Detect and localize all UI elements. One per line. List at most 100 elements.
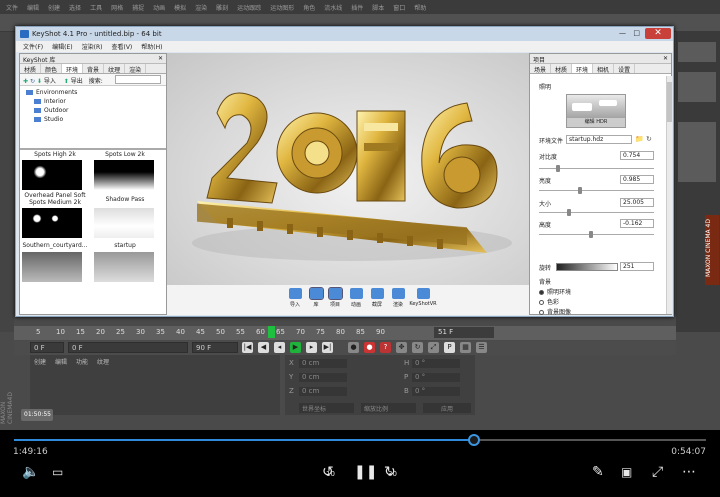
thumb-spots-low[interactable] bbox=[94, 160, 154, 190]
export-label[interactable]: 导出 bbox=[71, 78, 83, 85]
record-icon[interactable]: ● bbox=[348, 342, 359, 353]
coord-z-field[interactable]: 0 cm bbox=[299, 387, 347, 396]
tab-textures[interactable]: 纹理 bbox=[104, 64, 126, 74]
scale-key-icon[interactable]: ⤢ bbox=[428, 342, 439, 353]
project-scrollbar[interactable] bbox=[666, 76, 672, 314]
rotation-gradient[interactable] bbox=[556, 263, 618, 271]
radio-backplate[interactable]: 背景图像 bbox=[539, 307, 571, 316]
thumb-label[interactable]: Overhead Panel Soft Spots Medium 2k bbox=[20, 192, 90, 206]
brightness-slider-knob[interactable] bbox=[577, 187, 582, 194]
scale-mode-dropdown[interactable]: 缩放比例 bbox=[361, 403, 416, 413]
next-frame-button[interactable]: ▸ bbox=[306, 342, 317, 353]
coord-system-dropdown[interactable]: 世界坐标 bbox=[299, 403, 354, 413]
c4d-menu-item[interactable]: 捕捉 bbox=[132, 3, 144, 12]
c4d-menu-item[interactable]: 网格 bbox=[111, 3, 123, 12]
prev-frame-button[interactable]: ◂ bbox=[274, 342, 285, 353]
start-frame-field[interactable]: 0 F bbox=[30, 342, 64, 353]
ribbon-screenshot-button[interactable]: 截屏 bbox=[366, 288, 388, 308]
c4d-menu-item[interactable]: 渲染 bbox=[195, 3, 207, 12]
tree-outdoor[interactable]: Outdoor bbox=[34, 107, 69, 115]
coord-y-field[interactable]: 0 cm bbox=[299, 373, 347, 382]
close-icon[interactable]: ✕ bbox=[645, 28, 671, 39]
mat-menu-edit[interactable]: 编辑 bbox=[55, 357, 67, 366]
contrast-slider-knob[interactable] bbox=[555, 165, 560, 172]
edit-hdr-label[interactable]: 编辑 HDR bbox=[567, 118, 625, 127]
add-folder-icon[interactable]: ✚ bbox=[23, 78, 28, 85]
brightness-field[interactable]: 0.985 bbox=[620, 175, 654, 184]
c4d-menu-item[interactable]: 选择 bbox=[69, 3, 81, 12]
brightness-slider[interactable] bbox=[539, 187, 654, 194]
search-input[interactable] bbox=[115, 75, 161, 84]
export-icon[interactable]: ⬆ bbox=[64, 78, 69, 85]
end-frame-field[interactable]: 90 F bbox=[192, 342, 238, 353]
render-viewport[interactable] bbox=[167, 53, 529, 285]
coord-p-field[interactable]: 0 ° bbox=[412, 373, 460, 382]
refresh-icon[interactable]: ↻ bbox=[30, 78, 35, 85]
scrollbar-thumb[interactable] bbox=[667, 82, 672, 122]
c4d-menu-item[interactable]: 动画 bbox=[153, 3, 165, 12]
c4d-menu-item[interactable]: 插件 bbox=[351, 3, 363, 12]
thumb-label[interactable]: Spots High 2k bbox=[20, 151, 90, 158]
c4d-menu-item[interactable]: 工具 bbox=[90, 3, 102, 12]
tree-interior[interactable]: Interior bbox=[34, 98, 66, 106]
param-key-icon[interactable]: P bbox=[444, 342, 455, 353]
c4d-menu-item[interactable]: 雕刻 bbox=[216, 3, 228, 12]
ribbon-animation-button[interactable]: 动画 bbox=[345, 288, 367, 308]
thumb-spots-high[interactable] bbox=[22, 160, 82, 190]
subtitles-icon[interactable]: ▭ bbox=[52, 464, 63, 480]
radio-lighting-env[interactable]: 照明环境 bbox=[539, 287, 571, 296]
c4d-menu-item[interactable]: 脚本 bbox=[372, 3, 384, 12]
size-slider-knob[interactable] bbox=[566, 209, 571, 216]
pause-icon[interactable]: ❚❚ bbox=[354, 464, 377, 480]
current-frame-marker[interactable] bbox=[268, 326, 275, 338]
minimize-icon[interactable]: — bbox=[619, 29, 626, 37]
tree-root[interactable]: Environments bbox=[26, 89, 77, 97]
c4d-menu-item[interactable]: 角色 bbox=[303, 3, 315, 12]
open-folder-icon[interactable]: 📁 bbox=[635, 135, 644, 143]
more-options-icon[interactable]: ⋯ bbox=[682, 464, 696, 480]
thumb-label[interactable]: Spots Low 2k bbox=[90, 151, 160, 158]
coord-h-field[interactable]: 0 ° bbox=[412, 359, 460, 368]
timeline-ruler[interactable]: 51 F 5 10 15 20 25 30 35 40 45 50 55 60 65 70 75 80 85 90 bbox=[14, 326, 676, 340]
tab-camera[interactable]: 相机 bbox=[593, 64, 615, 74]
tree-studio[interactable]: Studio bbox=[34, 116, 63, 124]
tab-renderings[interactable]: 渲染 bbox=[125, 64, 147, 74]
maximize-icon[interactable]: □ bbox=[633, 29, 640, 37]
mat-menu-function[interactable]: 功能 bbox=[76, 357, 88, 366]
tab-colors[interactable]: 颜色 bbox=[41, 64, 63, 74]
import-icon[interactable]: ⬇ bbox=[37, 78, 42, 85]
thumb-shadow-pass[interactable] bbox=[94, 208, 154, 238]
keyshot-title-bar[interactable]: KeyShot 4.1 Pro - untitled.bip - 64 bit … bbox=[16, 27, 673, 41]
go-end-button[interactable]: ▶| bbox=[322, 342, 333, 353]
fullscreen-icon[interactable]: ⤢ bbox=[652, 464, 663, 480]
tab-scene[interactable]: 场景 bbox=[530, 64, 552, 74]
height-field[interactable]: -0.162 bbox=[620, 219, 654, 228]
thumb-overhead-panel[interactable] bbox=[22, 208, 82, 238]
seek-bar[interactable] bbox=[14, 434, 706, 446]
menu-file[interactable]: 文件(F) bbox=[23, 42, 43, 51]
help-icon[interactable]: ? bbox=[380, 342, 391, 353]
play-button[interactable]: ▶ bbox=[290, 342, 301, 353]
edit-pen-icon[interactable]: ✎ bbox=[592, 464, 604, 480]
tab-material[interactable]: 材质 bbox=[551, 64, 573, 74]
radio-color[interactable]: 色彩 bbox=[539, 297, 559, 306]
seek-handle[interactable] bbox=[468, 434, 481, 446]
timeline-window-icon[interactable]: ☰ bbox=[476, 342, 487, 353]
move-key-icon[interactable]: ✥ bbox=[396, 342, 407, 353]
c4d-menu-item[interactable]: 编辑 bbox=[27, 3, 39, 12]
go-start-button[interactable]: |◀ bbox=[242, 342, 253, 353]
preview-min-field[interactable]: 0 F bbox=[68, 342, 188, 353]
ribbon-keyshotvr-button[interactable]: KeyShotVR bbox=[408, 288, 438, 307]
height-slider[interactable] bbox=[539, 231, 654, 238]
menu-view[interactable]: 查看(V) bbox=[111, 42, 132, 51]
thumb-label[interactable]: Southern_courtyard... bbox=[20, 242, 90, 249]
tab-environments[interactable]: 环境 bbox=[62, 64, 84, 74]
tab-environment[interactable]: 环境 bbox=[572, 64, 594, 74]
mat-menu-texture[interactable]: 纹理 bbox=[97, 357, 109, 366]
contrast-field[interactable]: 0.754 bbox=[620, 151, 654, 160]
c4d-menu-item[interactable]: 流水线 bbox=[324, 3, 342, 12]
thumb-startup[interactable] bbox=[94, 252, 154, 282]
hdr-preview[interactable]: 编辑 HDR bbox=[566, 94, 626, 128]
thumb-southern-courtyard[interactable] bbox=[22, 252, 82, 282]
apply-button[interactable]: 应用 bbox=[423, 403, 471, 413]
